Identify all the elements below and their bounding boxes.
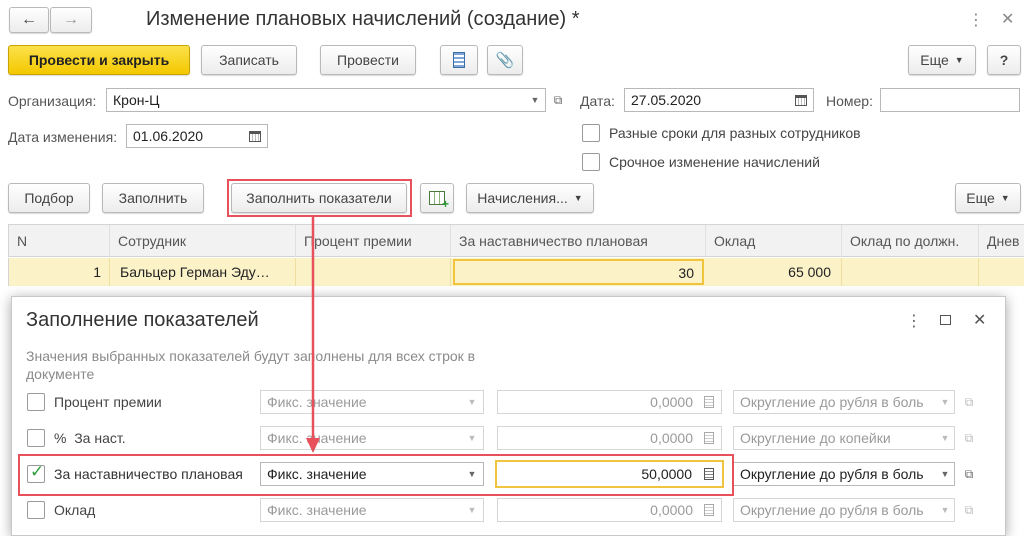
calculator-icon[interactable] bbox=[700, 428, 718, 448]
save-button[interactable]: Записать bbox=[201, 45, 297, 75]
arrow-left-icon: ← bbox=[21, 11, 37, 28]
indicator-mode-mentor-short[interactable]: Фикс. значение bbox=[260, 426, 484, 450]
calendar-icon[interactable] bbox=[790, 90, 812, 110]
table-header: N Сотрудник Процент премии За наставниче… bbox=[8, 224, 1024, 257]
help-button[interactable]: ? bbox=[987, 45, 1021, 75]
open-icon[interactable]: ⧉ bbox=[959, 391, 979, 413]
cell-salary: 65 000 bbox=[706, 258, 842, 286]
organization-dropdown-icon[interactable]: ▼ bbox=[525, 88, 545, 112]
cell-position-salary bbox=[842, 258, 979, 286]
change-date-calendar-icon[interactable] bbox=[244, 126, 266, 146]
indicator-value-bonus[interactable]: 0,0000 bbox=[497, 390, 722, 414]
report-button[interactable] bbox=[440, 45, 478, 75]
dialog-title: Заполнение показателей bbox=[26, 309, 259, 331]
indicator-label-mentor-short: % За наст. bbox=[54, 430, 126, 446]
urgent-change-label: Срочное изменение начислений bbox=[609, 154, 820, 170]
indicator-rounding-mentoring[interactable]: Округление до рубля в боль bbox=[733, 462, 955, 486]
select-button[interactable]: Подбор bbox=[8, 183, 90, 213]
more-button[interactable]: Еще ▼ bbox=[908, 45, 976, 75]
annotation-arrow bbox=[306, 217, 320, 453]
fill-indicators-highlight bbox=[227, 179, 412, 217]
indicator-label-bonus: Процент премии bbox=[54, 394, 162, 410]
indicator-rounding-mentor-short[interactable]: Округление до копейки bbox=[733, 426, 955, 450]
indicator-checkbox-salary[interactable] bbox=[27, 501, 45, 519]
indicator-checkbox-mentor-short[interactable] bbox=[27, 429, 45, 447]
open-icon[interactable]: ⧉ bbox=[959, 463, 979, 485]
table-add-icon: + bbox=[429, 191, 449, 210]
forward-button[interactable]: → bbox=[50, 7, 92, 33]
indicator-label-salary: Оклад bbox=[54, 502, 96, 518]
number-field[interactable] bbox=[880, 88, 1020, 112]
table-more-button[interactable]: Еще ▼ bbox=[955, 183, 1021, 213]
dialog-maximize-icon[interactable] bbox=[940, 315, 951, 325]
kebab-menu-icon[interactable]: ⋮ bbox=[968, 10, 984, 30]
calculator-icon[interactable] bbox=[700, 392, 718, 412]
chevron-down-icon[interactable]: ▼ bbox=[935, 462, 955, 486]
indicator-checkbox-bonus[interactable] bbox=[27, 393, 45, 411]
indicator-value-mentor-short[interactable]: 0,0000 bbox=[497, 426, 722, 450]
open-icon[interactable]: ⧉ bbox=[959, 427, 979, 449]
calculator-icon[interactable] bbox=[700, 500, 718, 520]
chevron-down-icon: ▼ bbox=[1000, 193, 1010, 203]
chevron-down-icon[interactable]: ▼ bbox=[935, 498, 955, 522]
different-terms-label: Разные сроки для разных сотрудников bbox=[609, 125, 861, 141]
window-title: Изменение плановых начислений (создание)… bbox=[146, 8, 580, 30]
chevron-down-icon: ▼ bbox=[954, 55, 964, 65]
column-header-daily[interactable]: Днев bbox=[979, 225, 1024, 257]
paperclip-icon: 📎 bbox=[495, 52, 515, 69]
indicator-rounding-salary[interactable]: Округление до рубля в боль bbox=[733, 498, 955, 522]
organization-open-icon[interactable]: ⧉ bbox=[548, 89, 568, 111]
indicator-mode-bonus[interactable]: Фикс. значение bbox=[260, 390, 484, 414]
table-more-label: Еще bbox=[966, 190, 995, 206]
indicator-rounding-bonus[interactable]: Округление до рубля в боль bbox=[733, 390, 955, 414]
accruals-button-label: Начисления... bbox=[477, 190, 568, 206]
cell-n: 1 bbox=[9, 258, 110, 286]
different-terms-checkbox[interactable] bbox=[582, 124, 600, 142]
organization-field[interactable]: Крон-Ц bbox=[106, 88, 546, 112]
urgent-change-checkbox[interactable] bbox=[582, 153, 600, 171]
column-header-employee[interactable]: Сотрудник bbox=[110, 225, 296, 257]
dialog-close-icon[interactable]: ✕ bbox=[973, 310, 986, 330]
chevron-down-icon[interactable]: ▼ bbox=[462, 390, 482, 414]
close-icon[interactable]: ✕ bbox=[1001, 9, 1014, 29]
dialog-kebab-icon[interactable]: ⋮ bbox=[906, 311, 922, 331]
fill-button[interactable]: Заполнить bbox=[102, 183, 204, 213]
chevron-down-icon[interactable]: ▼ bbox=[462, 498, 482, 522]
date-label: Дата: bbox=[580, 93, 615, 109]
change-date-label: Дата изменения: bbox=[8, 129, 118, 145]
active-row-highlight bbox=[18, 454, 734, 496]
dialog-hint: Значения выбранных показателей будут зап… bbox=[26, 348, 476, 382]
accruals-button[interactable]: Начисления... ▼ bbox=[466, 183, 594, 213]
date-field[interactable]: 27.05.2020 bbox=[624, 88, 814, 112]
more-button-label: Еще bbox=[920, 52, 949, 68]
indicator-mode-salary[interactable]: Фикс. значение bbox=[260, 498, 484, 522]
open-icon[interactable]: ⧉ bbox=[959, 499, 979, 521]
chevron-down-icon: ▼ bbox=[573, 193, 583, 203]
chevron-down-icon[interactable]: ▼ bbox=[935, 390, 955, 414]
arrow-right-icon: → bbox=[63, 11, 79, 28]
post-button[interactable]: Провести bbox=[320, 45, 416, 75]
post-and-close-button[interactable]: Провести и закрыть bbox=[8, 45, 190, 75]
back-button[interactable]: ← bbox=[9, 7, 49, 33]
cell-daily bbox=[979, 258, 1024, 286]
column-header-mentoring[interactable]: За наставничество плановая bbox=[451, 225, 706, 257]
cell-mentoring[interactable]: 30 bbox=[453, 259, 704, 285]
column-header-salary[interactable]: Оклад bbox=[706, 225, 842, 257]
column-header-position-salary[interactable]: Оклад по должн. bbox=[842, 225, 979, 257]
column-header-n[interactable]: N bbox=[9, 225, 110, 257]
chevron-down-icon[interactable]: ▼ bbox=[462, 426, 482, 450]
cell-employee: Бальцер Герман Эду… bbox=[110, 258, 296, 286]
document-list-icon bbox=[453, 52, 465, 68]
chevron-down-icon[interactable]: ▼ bbox=[935, 426, 955, 450]
indicator-value-salary[interactable]: 0,0000 bbox=[497, 498, 722, 522]
table-row[interactable]: 1 Бальцер Герман Эду… 30 65 000 bbox=[8, 258, 1024, 286]
organization-label: Организация: bbox=[8, 93, 97, 109]
add-table-row-button[interactable]: + bbox=[420, 183, 454, 213]
attach-button[interactable]: 📎 bbox=[487, 45, 523, 75]
number-label: Номер: bbox=[826, 93, 873, 109]
